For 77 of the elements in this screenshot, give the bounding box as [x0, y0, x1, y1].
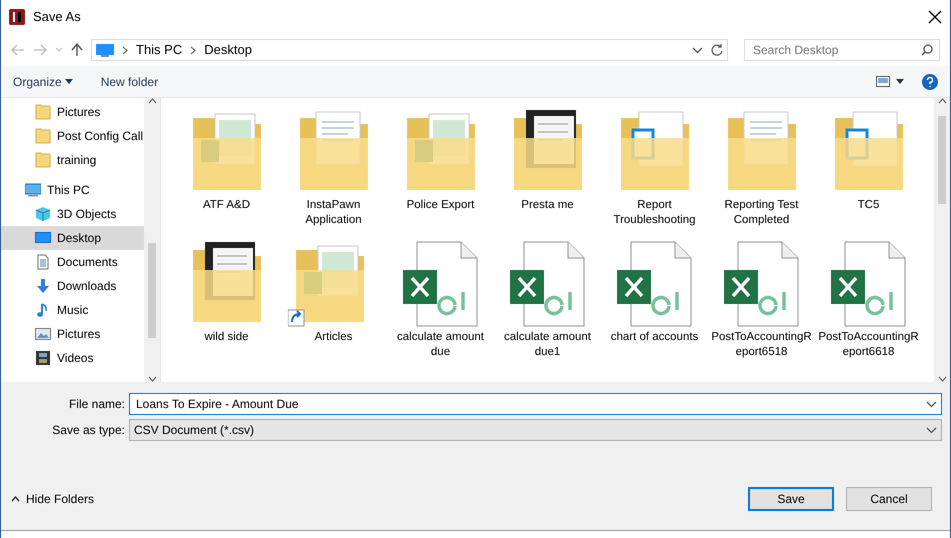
folder-icon — [35, 104, 51, 120]
scrollbar-thumb[interactable] — [938, 116, 946, 204]
new-folder-button[interactable]: New folder — [100, 72, 158, 90]
file-item[interactable]: TC5 — [815, 108, 922, 240]
file-item[interactable]: InstaPawn Application — [280, 108, 387, 240]
sidebar-item[interactable]: Music — [1, 298, 144, 322]
sidebar-item[interactable]: Downloads — [1, 274, 144, 298]
field-label: File name: — [68, 396, 126, 413]
file-type-dropdown[interactable]: CSV Document (*.csv) — [129, 419, 942, 441]
file-item[interactable]: PostToAccountingReport6618 — [815, 240, 922, 372]
scroll-down-icon[interactable] — [938, 376, 946, 382]
spreadsheet-file-icon — [828, 240, 908, 328]
field-label: Save as type: — [51, 422, 126, 439]
refresh-icon[interactable] — [711, 44, 723, 56]
sidebar-item[interactable]: Pictures — [1, 100, 144, 124]
cube-icon — [35, 206, 51, 222]
sidebar-item[interactable]: training — [1, 148, 144, 172]
spreadsheet-file-icon — [614, 240, 694, 328]
scroll-up-icon[interactable] — [148, 98, 156, 104]
file-item[interactable]: wild side — [173, 240, 280, 372]
file-item[interactable]: calculate amount due1 — [494, 240, 601, 372]
file-item[interactable]: Report Troubleshooting — [601, 108, 708, 240]
sidebar-item[interactable]: Desktop — [1, 226, 144, 250]
chevron-icon — [190, 46, 196, 54]
address-bar[interactable]: This PC Desktop — [91, 39, 728, 61]
dropdown-caret-icon — [926, 400, 937, 408]
view-menu-button[interactable] — [876, 76, 904, 87]
file-item[interactable]: ATF A&D — [173, 108, 280, 240]
hide-folders-button[interactable]: Hide Folders — [11, 490, 94, 508]
file-item[interactable]: Articles — [280, 240, 387, 372]
help-icon[interactable] — [922, 74, 938, 90]
save-button[interactable]: Save — [748, 487, 834, 511]
folder-icon — [35, 152, 51, 168]
folder-icon — [35, 128, 51, 144]
organize-menu-button[interactable]: Organize — [13, 72, 73, 90]
sidebar-item[interactable]: Pictures — [1, 322, 144, 346]
scroll-down-icon[interactable] — [148, 376, 156, 382]
scrollbar-thumb[interactable] — [148, 243, 156, 338]
search-icon — [921, 44, 933, 56]
scroll-up-icon[interactable] — [938, 98, 946, 104]
file-item[interactable]: PostToAccountingReport6518 — [708, 240, 815, 372]
monitor-icon — [25, 182, 41, 198]
caret-icon — [896, 79, 904, 84]
breadcrumb-link[interactable]: Desktop — [204, 40, 252, 60]
document-icon — [35, 254, 51, 270]
close-icon[interactable] — [928, 10, 942, 24]
search-input[interactable]: Search Desktop — [751, 40, 921, 60]
sidebar-item[interactable]: Videos — [1, 346, 144, 370]
dropdown-caret-icon — [926, 426, 937, 434]
caret-icon — [64, 79, 73, 84]
picture-icon — [35, 326, 51, 342]
down-arrow-icon — [35, 278, 51, 294]
monitor-icon — [96, 43, 114, 57]
window-title: Save As — [33, 8, 82, 26]
sidebar-item[interactable]: Post Config Call — [1, 124, 144, 148]
search-field[interactable]: Search Desktop — [744, 39, 940, 61]
sidebar-item[interactable]: 3D Objects — [1, 202, 144, 226]
spreadsheet-file-icon — [722, 240, 802, 328]
dropdown-caret-icon[interactable] — [692, 46, 703, 54]
spreadsheet-file-icon — [400, 240, 480, 328]
sidebar-item[interactable]: Documents — [1, 250, 144, 274]
film-icon — [35, 350, 51, 366]
breadcrumb-link[interactable]: This PC — [136, 40, 182, 60]
desktop-icon — [35, 230, 51, 246]
chevron-icon — [122, 46, 128, 54]
file-item[interactable]: Reporting Test Completed — [708, 108, 815, 240]
file-item[interactable]: Police Export — [387, 108, 494, 240]
chevron-up-icon — [11, 496, 20, 502]
view-icon — [876, 76, 890, 87]
cancel-button[interactable]: Cancel — [846, 487, 932, 511]
up-arrow-icon[interactable] — [71, 43, 83, 57]
spreadsheet-file-icon — [508, 240, 588, 328]
file-item[interactable]: calculate amount due — [387, 240, 494, 372]
app-icon — [9, 9, 25, 25]
sidebar-item[interactable]: This PC — [1, 178, 144, 202]
file-item[interactable]: chart of accounts — [601, 240, 708, 372]
file-item[interactable]: Presta me — [494, 108, 601, 240]
